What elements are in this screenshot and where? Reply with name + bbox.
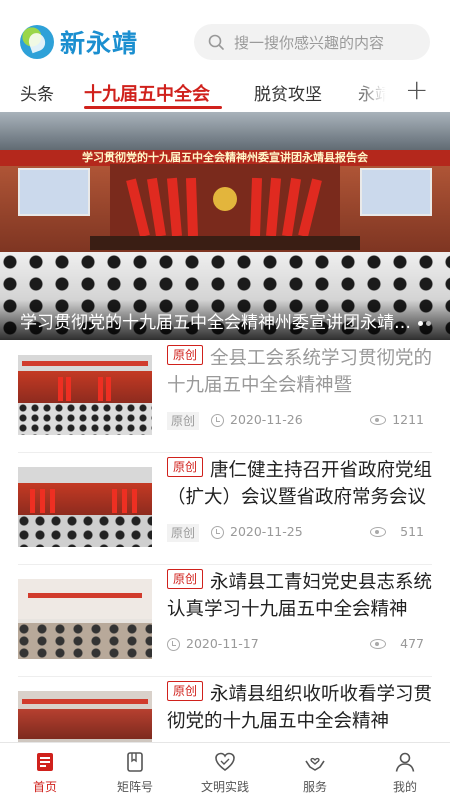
app-logo: 新永靖 — [20, 24, 138, 60]
banner-screen-right — [360, 168, 432, 216]
source-badge: 原创 — [167, 524, 199, 542]
search-bar[interactable]: 搜一搜你感兴趣的内容 — [194, 24, 430, 60]
carousel-indicator — [418, 321, 431, 326]
news-title: 永靖县组织收听收看学习贯彻党的十九届五中全会精神 — [167, 684, 432, 732]
header: 新永靖 搜一搜你感兴趣的内容 — [0, 8, 450, 72]
nav-label: 矩阵号 — [116, 780, 153, 794]
tab-fifth-plenary[interactable]: 十九届五中全会 — [84, 80, 210, 106]
banner-ceiling — [0, 112, 450, 152]
emblem-icon — [213, 187, 237, 211]
view-count: 477 — [400, 636, 424, 651]
banner-flag — [185, 177, 198, 237]
news-title: 唐仁健主持召开省政府党组（扩大）会议暨省政府常务会议 — [167, 460, 432, 508]
channel-tabs: 头条 十九届五中全会 脱贫攻坚 永靖 + — [0, 72, 450, 112]
news-thumbnail — [18, 579, 152, 659]
view-count: 511 — [400, 524, 424, 539]
news-thumbnail — [18, 467, 152, 547]
active-tab-indicator — [84, 106, 222, 109]
carousel-dot — [426, 321, 431, 326]
clock-icon — [211, 414, 224, 427]
user-icon — [395, 752, 415, 772]
tab-fade-overlay — [352, 72, 400, 112]
search-icon — [208, 34, 224, 50]
bookmark-icon — [127, 752, 143, 772]
divider — [18, 452, 432, 453]
news-thumbnail — [18, 355, 152, 435]
nav-label: 我的 — [392, 780, 417, 794]
view-count: 1211 — [392, 412, 424, 427]
clock-icon — [167, 638, 180, 651]
divider — [18, 564, 432, 565]
status-bar — [0, 0, 450, 6]
news-meta: 原创 2020-11-25 511 — [167, 522, 432, 544]
clock-icon — [211, 526, 224, 539]
news-meta: 原创 2020-11-26 1211 — [167, 410, 432, 432]
nav-civilization[interactable]: 文明实践 — [180, 751, 270, 795]
source-badge: 原创 — [167, 412, 199, 430]
news-meta: 2020-11-17 477 — [167, 634, 432, 656]
news-title: 永靖县工青妇党史县志系统认真学习十九届五中全会精神 — [167, 572, 432, 620]
banner-carousel[interactable]: 学习贯彻党的十九届五中全会精神州委宣讲团永靖县报告会 学习贯彻党的十九届五中全会… — [0, 112, 450, 340]
nav-matrix[interactable]: 矩阵号 — [90, 751, 180, 795]
bottom-navigation: 首页 矩阵号 文明实践 服务 我的 — [0, 742, 450, 800]
eye-icon — [370, 639, 386, 649]
nav-label: 文明实践 — [200, 780, 249, 794]
nav-label: 服务 — [302, 780, 327, 794]
publish-date: 2020-11-25 — [230, 524, 303, 539]
search-placeholder: 搜一搜你感兴趣的内容 — [234, 33, 385, 52]
divider — [18, 676, 432, 677]
banner-podium — [90, 236, 360, 250]
banner-caption: 学习贯彻党的十九届五中全会精神州委宣讲团永靖县报告会 — [20, 313, 420, 333]
logo-mark-icon — [20, 25, 54, 59]
nav-home[interactable]: 首页 — [0, 751, 90, 795]
eye-icon — [370, 415, 386, 425]
tab-poverty-alleviation[interactable]: 脱贫攻坚 — [254, 80, 322, 105]
nav-mine[interactable]: 我的 — [360, 751, 450, 795]
nav-service[interactable]: 服务 — [270, 751, 360, 795]
add-channel-icon[interactable]: + — [405, 76, 428, 104]
news-item[interactable]: 原创 全县工会系统学习贯彻党的十九届五中全会精神暨 原创 2020-11-26 … — [0, 342, 450, 454]
home-news-icon — [37, 753, 53, 771]
news-item[interactable]: 原创 永靖县工青妇党史县志系统认真学习十九届五中全会精神 2020-11-17 … — [0, 566, 450, 678]
banner-flag — [250, 177, 263, 237]
service-hands-icon — [305, 757, 325, 771]
carousel-dot — [418, 321, 423, 326]
tab-headlines[interactable]: 头条 — [20, 80, 54, 105]
logo-text: 新永靖 — [60, 29, 139, 58]
nav-label: 首页 — [32, 780, 57, 794]
news-title: 全县工会系统学习贯彻党的十九届五中全会精神暨 — [167, 348, 432, 396]
news-item[interactable]: 原创 唐仁健主持召开省政府党组（扩大）会议暨省政府常务会议 原创 2020-11… — [0, 454, 450, 566]
publish-date: 2020-11-26 — [230, 412, 303, 427]
heart-icon — [215, 752, 235, 771]
eye-icon — [370, 527, 386, 537]
publish-date: 2020-11-17 — [186, 636, 259, 651]
banner-screen-left — [18, 168, 90, 216]
